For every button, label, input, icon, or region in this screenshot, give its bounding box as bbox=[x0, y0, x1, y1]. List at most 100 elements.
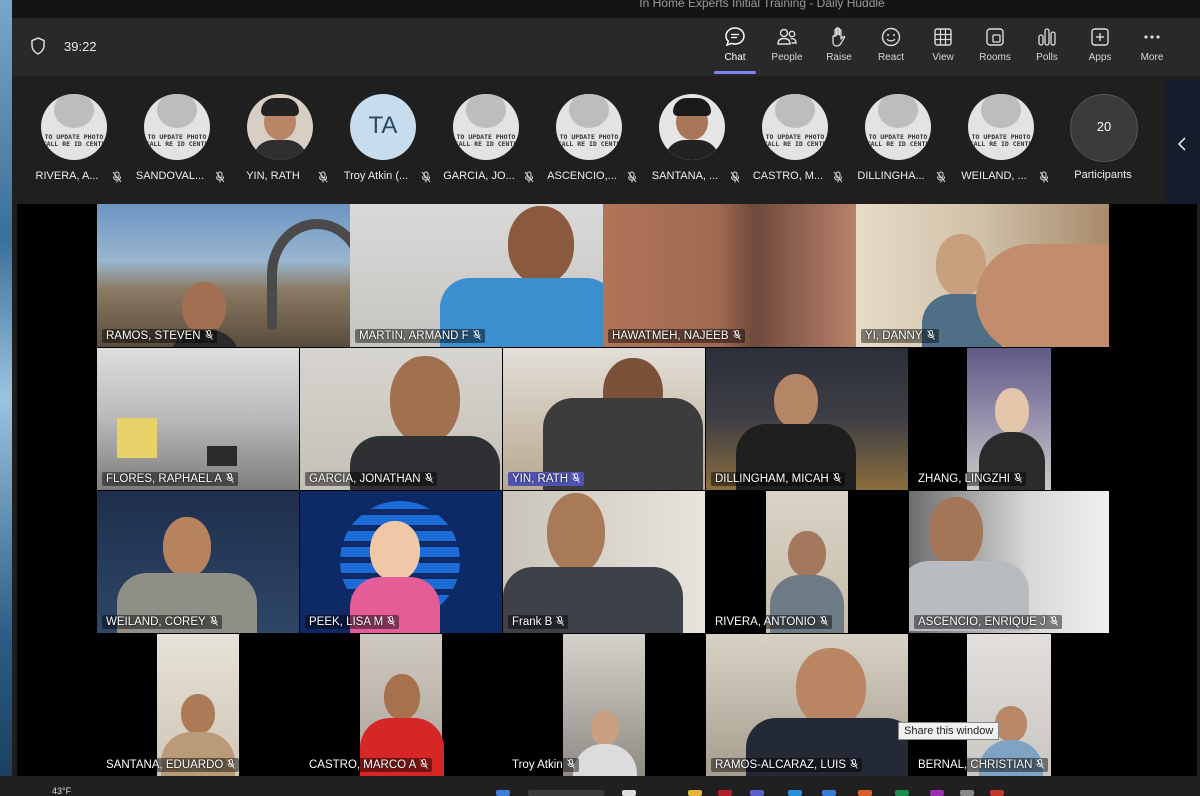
more-button[interactable]: More bbox=[1126, 26, 1178, 72]
video-tile[interactable]: YIN, RATH bbox=[503, 348, 705, 490]
apps-button[interactable]: Apps bbox=[1074, 26, 1126, 72]
participant-name: SANTANA, ... bbox=[651, 170, 719, 182]
mic-muted-icon bbox=[832, 473, 841, 483]
participant-name-label: RAMOS, STEVEN bbox=[102, 329, 217, 343]
video-tile[interactable]: RIVERA, ANTONIO bbox=[706, 491, 908, 633]
strip-next-button[interactable] bbox=[1165, 80, 1200, 204]
app-icon[interactable] bbox=[895, 790, 909, 796]
avatar-placeholder-text: TO UPDATE PHOTO CALL RE ID CENTE bbox=[145, 133, 209, 148]
polls-label: Polls bbox=[1036, 52, 1058, 63]
edge-icon[interactable] bbox=[788, 790, 802, 796]
react-icon bbox=[881, 27, 901, 47]
participant-name: DILLINGHA... bbox=[857, 170, 925, 182]
mic-muted-icon bbox=[819, 616, 828, 626]
desktop-background-strip bbox=[0, 0, 12, 795]
participant-name-label: DILLINGHAM, MICAH bbox=[711, 472, 845, 486]
video-tile[interactable]: ZHANG, LINGZHI bbox=[909, 348, 1109, 490]
raise-hand-button[interactable]: Raise bbox=[813, 26, 865, 72]
apps-plus-icon bbox=[1091, 28, 1109, 46]
mic-muted-icon bbox=[730, 171, 740, 183]
shield-icon[interactable] bbox=[30, 37, 46, 55]
participant-strip: TO UPDATE PHOTO CALL RE ID CENTE RIVERA,… bbox=[12, 76, 1200, 204]
video-tile[interactable]: MARTIN, ARMAND F bbox=[350, 204, 603, 347]
participant-item[interactable]: TO UPDATE PHOTO CALL RE ID CENTE SANDOVA… bbox=[127, 76, 227, 204]
outlook-icon[interactable] bbox=[822, 790, 836, 796]
video-tile[interactable]: HAWATMEH, NAJEEB bbox=[603, 204, 856, 347]
mic-muted-icon bbox=[421, 171, 431, 183]
more-label: More bbox=[1140, 52, 1164, 63]
app-icon[interactable] bbox=[858, 790, 872, 796]
participant-name-label: PEEK, LISA M bbox=[305, 615, 400, 629]
participant-item[interactable]: TO UPDATE PHOTO CALL RE ID CENTE DILLING… bbox=[848, 76, 948, 204]
avatar: TO UPDATE PHOTO CALL RE ID CENTE bbox=[556, 94, 622, 160]
rooms-icon bbox=[986, 28, 1004, 46]
participant-name: YIN, RATH bbox=[246, 170, 300, 182]
chat-icon bbox=[725, 27, 745, 47]
participant-item[interactable]: TO UPDATE PHOTO CALL RE ID CENTE ASCENCI… bbox=[539, 76, 639, 204]
title-bar: In Home Experts Initial Training - Daily… bbox=[12, 0, 1200, 18]
participant-item[interactable]: SANTANA, ... bbox=[642, 76, 742, 204]
participant-name-label: MARTIN, ARMAND F bbox=[355, 329, 485, 343]
video-tile[interactable]: ASCENCIO, ENRIQUE J bbox=[909, 491, 1109, 633]
video-gallery: RAMOS, STEVEN MARTIN, ARMAND F HAWATMEH,… bbox=[17, 204, 1197, 776]
participant-item[interactable]: YIN, RATH bbox=[230, 76, 330, 204]
participant-name-label: YIN, RATH bbox=[508, 472, 585, 486]
mic-muted-icon bbox=[387, 616, 395, 626]
mic-muted-icon bbox=[833, 171, 843, 183]
people-button[interactable]: People bbox=[761, 26, 813, 72]
app-icon[interactable] bbox=[990, 790, 1004, 796]
avatar-placeholder-text: TO UPDATE PHOTO CALL RE ID CENTE bbox=[454, 133, 518, 148]
video-tile[interactable]: DILLINGHAM, MICAH bbox=[706, 348, 908, 490]
start-icon[interactable] bbox=[496, 790, 510, 796]
raise-hand-icon bbox=[832, 27, 846, 47]
app-icon[interactable] bbox=[930, 790, 944, 796]
participant-name-label: BERNAL, CHRISTIAN bbox=[914, 758, 1049, 772]
app-icon[interactable] bbox=[960, 790, 974, 796]
video-tile[interactable]: Frank B bbox=[503, 491, 705, 633]
app-icon[interactable] bbox=[718, 790, 732, 796]
participant-name: Troy Atkin (... bbox=[343, 170, 409, 182]
mic-muted-icon bbox=[627, 171, 637, 183]
participant-item[interactable]: TO UPDATE PHOTO CALL RE ID CENTE CASTRO,… bbox=[745, 76, 845, 204]
participant-name-label: FLORES, RAPHAEL A bbox=[102, 472, 238, 486]
participant-name-label: ASCENCIO, ENRIQUE J bbox=[914, 615, 1062, 629]
participant-name-label: CASTRO, MARCO A bbox=[305, 758, 433, 772]
rooms-button[interactable]: Rooms bbox=[969, 26, 1021, 72]
chat-label: Chat bbox=[724, 52, 746, 63]
task-view-icon[interactable] bbox=[622, 790, 636, 796]
participant-item[interactable]: TA Troy Atkin (... bbox=[333, 76, 433, 204]
teams-icon[interactable] bbox=[750, 790, 764, 796]
participant-item[interactable]: TO UPDATE PHOTO CALL RE ID CENTE RIVERA,… bbox=[24, 76, 124, 204]
video-tile[interactable]: BERNAL, CHRISTIAN bbox=[909, 634, 1109, 776]
video-tile[interactable]: SANTANA, EDUARDO bbox=[97, 634, 299, 776]
file-explorer-icon[interactable] bbox=[688, 790, 702, 796]
participant-item[interactable]: TO UPDATE PHOTO CALL RE ID CENTE GARCIA,… bbox=[436, 76, 536, 204]
video-tile[interactable]: RAMOS, STEVEN bbox=[97, 204, 350, 347]
video-tile[interactable]: FLORES, RAPHAEL A bbox=[97, 348, 299, 490]
react-button[interactable]: React bbox=[865, 26, 917, 72]
video-tile[interactable]: GARCIA, JONATHAN bbox=[300, 348, 502, 490]
participant-name-label: YI, DANNY bbox=[861, 329, 939, 343]
avatar-placeholder-text: TO UPDATE PHOTO CALL RE ID CENTE bbox=[42, 133, 106, 148]
more-icon bbox=[1144, 35, 1160, 39]
video-tile[interactable]: WEILAND, COREY bbox=[97, 491, 299, 633]
search-box[interactable] bbox=[528, 790, 604, 796]
mic-muted-icon bbox=[318, 171, 328, 183]
avatar: TO UPDATE PHOTO CALL RE ID CENTE bbox=[865, 94, 931, 160]
mic-muted-icon bbox=[227, 759, 236, 769]
participant-name: RIVERA, A... bbox=[35, 170, 99, 182]
polls-button[interactable]: Polls bbox=[1021, 26, 1073, 72]
share-window-tooltip: Share this window bbox=[898, 722, 1000, 740]
participant-item[interactable]: TO UPDATE PHOTO CALL RE ID CENTE WEILAND… bbox=[951, 76, 1051, 204]
video-tile[interactable]: Troy Atkin bbox=[503, 634, 705, 776]
chat-button[interactable]: Chat bbox=[709, 26, 761, 72]
video-tile[interactable]: YI, DANNY bbox=[856, 204, 1109, 347]
video-tile[interactable]: RAMOS-ALCARAZ, LUIS bbox=[706, 634, 908, 776]
avatar: TO UPDATE PHOTO CALL RE ID CENTE bbox=[453, 94, 519, 160]
view-button[interactable]: View bbox=[917, 26, 969, 72]
participants-count-button[interactable]: 20 bbox=[1070, 94, 1138, 162]
video-tile[interactable]: CASTRO, MARCO A bbox=[300, 634, 502, 776]
participant-name-label: ZHANG, LINGZHI bbox=[914, 472, 1027, 486]
meeting-timer: 39:22 bbox=[64, 39, 97, 54]
video-tile[interactable]: PEEK, LISA M bbox=[300, 491, 502, 633]
